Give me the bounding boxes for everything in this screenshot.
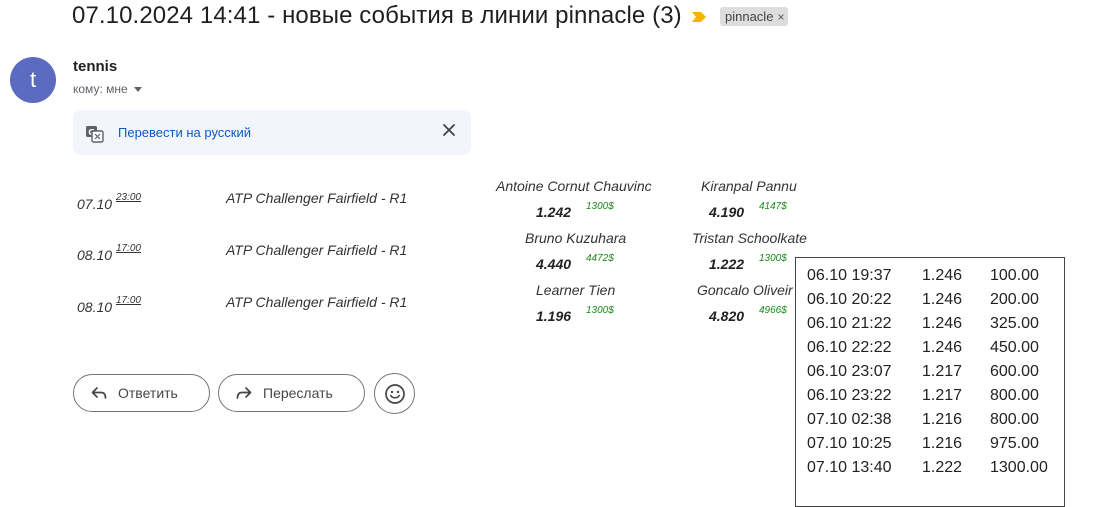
forward-button[interactable]: Переслать bbox=[218, 374, 365, 412]
event-date: 08.10 17:00 bbox=[77, 295, 141, 315]
reply-button[interactable]: Ответить bbox=[73, 374, 210, 412]
email-subject: 07.10.2024 14:41 - новые события в линии… bbox=[72, 2, 682, 29]
event-time[interactable]: 17:00 bbox=[116, 243, 141, 254]
close-icon[interactable] bbox=[441, 122, 457, 138]
event-time[interactable]: 17:00 bbox=[116, 295, 141, 306]
chevron-down-icon[interactable] bbox=[133, 87, 142, 92]
event-date: 08.10 17:00 bbox=[77, 243, 141, 263]
event-player2: Goncalo Oliveir bbox=[697, 282, 793, 298]
avatar: t bbox=[10, 57, 56, 103]
event-date: 07.10 23:00 bbox=[77, 192, 141, 212]
event-player2: Tristan Schoolkate bbox=[692, 230, 807, 246]
event-player1: Learner Tien bbox=[536, 282, 616, 298]
forward-label: Переслать bbox=[263, 385, 333, 401]
translate-link[interactable]: Перевести на русский bbox=[118, 125, 251, 140]
label-chip-text: pinnacle bbox=[725, 9, 774, 24]
event-player1: Antoine Cornut Chauvinc bbox=[496, 178, 652, 194]
event-odd1: 1.242 bbox=[536, 204, 572, 220]
event-odd2: 4.820 bbox=[709, 308, 745, 324]
importance-marker-icon[interactable] bbox=[691, 11, 707, 23]
event-stake1: 1300$ bbox=[586, 305, 614, 316]
recipient-details[interactable]: кому: мне bbox=[73, 82, 142, 96]
recipient-text: кому: мне bbox=[73, 82, 128, 96]
forward-icon bbox=[236, 387, 252, 399]
sender-name[interactable]: tennis bbox=[73, 58, 117, 75]
event-player1: Bruno Kuzuhara bbox=[525, 230, 627, 246]
event-stake2: 1300$ bbox=[759, 253, 787, 264]
event-tournament: ATP Challenger Fairfield - R1 bbox=[226, 242, 408, 258]
event-stake2: 4147$ bbox=[759, 201, 787, 212]
event-odd2: 1.222 bbox=[709, 256, 745, 272]
event-stake1: 1300$ bbox=[586, 201, 614, 212]
event-tournament: ATP Challenger Fairfield - R1 bbox=[226, 294, 408, 310]
event-time[interactable]: 23:00 bbox=[116, 192, 141, 203]
event-tournament: ATP Challenger Fairfield - R1 bbox=[226, 190, 408, 206]
event-odd1: 1.196 bbox=[536, 308, 572, 324]
translate-icon: G bbox=[86, 126, 104, 143]
odds-history-tooltip: 06.10 19:37 1.246 100.00 06.10 20:22 1.246 2… bbox=[795, 257, 1065, 507]
remove-label-icon[interactable]: × bbox=[777, 10, 784, 24]
smiley-icon bbox=[384, 383, 405, 404]
event-stake1: 4472$ bbox=[586, 253, 614, 264]
reply-label: Ответить bbox=[118, 385, 178, 401]
reply-icon bbox=[91, 387, 107, 399]
event-odd2: 4.190 bbox=[709, 204, 745, 220]
event-player2: Kiranpal Pannu bbox=[701, 178, 797, 194]
emoji-reaction-button[interactable] bbox=[374, 373, 415, 414]
event-odd1: 4.440 bbox=[536, 256, 572, 272]
label-chip-pinnacle[interactable]: pinnacle × bbox=[720, 7, 789, 26]
event-stake2: 4966$ bbox=[759, 305, 787, 316]
